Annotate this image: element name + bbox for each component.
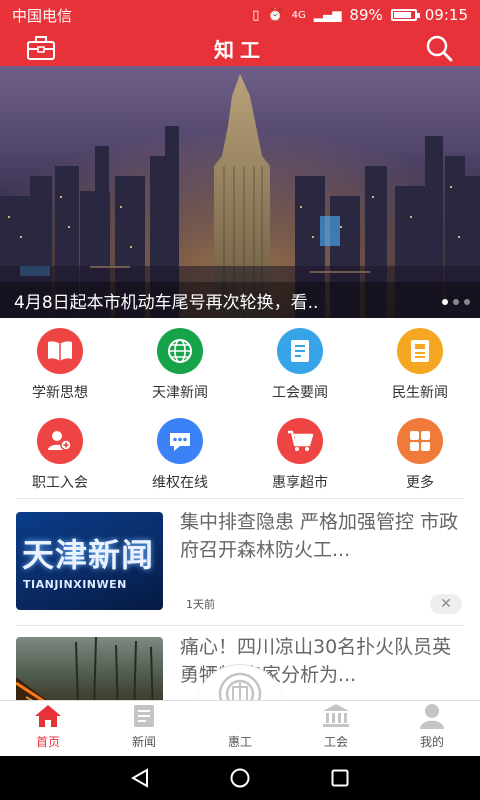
search-icon[interactable] (422, 33, 456, 63)
news-title: 集中排查隐患 严格加强管控 市政府召开森林防火工... (180, 511, 459, 561)
battery-icon (390, 9, 420, 21)
news-thumbnail: 天津新闻 TIANJINXINWEN (16, 512, 163, 610)
shortcut-tianjin-news[interactable]: 天津新闻 (120, 318, 240, 408)
shortcut-label: 工会要闻 (272, 385, 328, 401)
shortcut-rights-online[interactable]: 维权在线 (120, 408, 240, 498)
shortcut-union-news[interactable]: 工会要闻 (240, 318, 360, 408)
home-button-icon[interactable] (229, 767, 251, 789)
globe-icon (157, 328, 203, 374)
shortcut-livelihood-news[interactable]: 民生新闻 (360, 318, 480, 408)
news-icon (397, 328, 443, 374)
shortcut-label: 学新思想 (32, 385, 88, 401)
shortcut-join-union[interactable]: 职工入会 (0, 408, 120, 498)
shortcut-label: 维权在线 (152, 475, 208, 491)
shortcut-label: 民生新闻 (392, 385, 448, 401)
city-skyline-image (0, 66, 480, 318)
tab-label: 首页 (35, 735, 60, 749)
home-icon (35, 705, 61, 727)
divider (16, 498, 464, 499)
thumbnail-subtitle: TIANJINXINWEN (23, 578, 127, 591)
tab-label: 工会 (323, 735, 348, 749)
shortcut-supermarket[interactable]: 惠享超市 (240, 408, 360, 498)
tab-label: 新闻 (131, 735, 156, 749)
app-header: 知工 (0, 30, 480, 66)
tab-profile[interactable]: 我的 (384, 701, 480, 756)
news-time: 1天前 (186, 598, 215, 611)
tab-union[interactable]: 工会 (288, 701, 384, 756)
status-bar: 中国电信 ▯ ⏰ 4G ▂▄▆ 89% 09:15 (0, 0, 480, 30)
shortcut-label: 惠享超市 (272, 475, 328, 491)
signal-icon: ▂▄▆ (313, 8, 342, 22)
shortcut-label: 职工入会 (32, 475, 88, 491)
carousel-dot (464, 299, 470, 305)
tab-benefits[interactable]: 惠工 (192, 701, 288, 756)
clock: 09:15 (424, 6, 468, 24)
recents-icon[interactable] (329, 767, 351, 789)
carrier-label: 中国电信 (12, 6, 73, 25)
carousel-dot (442, 299, 448, 305)
carousel-dot (453, 299, 459, 305)
carousel-indicator (442, 299, 470, 305)
book-icon (37, 328, 83, 374)
vibrate-icon: ▯ (252, 7, 260, 23)
add-user-icon (37, 418, 83, 464)
shortcut-more[interactable]: 更多 (360, 408, 480, 498)
bottom-navigation: 首页 新闻 惠工 工会 我的 (0, 700, 480, 756)
tab-label: 我的 (419, 735, 444, 749)
signal-label: 4G (291, 9, 306, 21)
shortcut-grid: 学新思想 天津新闻 工会要闻 民生新闻 职工入会 维权在线 惠享超市 更多 (0, 318, 480, 498)
banner-carousel[interactable]: 4月8日起本市机动车尾号再次轮换，看.. (0, 66, 480, 318)
tab-home[interactable]: 首页 (0, 701, 96, 756)
alarm-icon: ⏰ (267, 7, 284, 23)
shortcut-label: 更多 (406, 475, 434, 491)
app-title: 知工 (214, 37, 266, 62)
banner-caption[interactable]: 4月8日起本市机动车尾号再次轮换，看.. (0, 282, 480, 318)
battery-label: 89% (349, 6, 383, 24)
shortcut-study[interactable]: 学新思想 (0, 318, 120, 408)
system-navigation-bar (0, 756, 480, 800)
shortcut-label: 天津新闻 (152, 385, 208, 401)
document-icon (277, 328, 323, 374)
close-icon: ✕ (440, 596, 452, 612)
tab-label: 惠工 (227, 735, 252, 749)
cart-icon (277, 418, 323, 464)
bank-icon (323, 704, 349, 727)
back-icon[interactable] (129, 767, 151, 789)
newspaper-icon (134, 705, 154, 727)
briefcase-icon[interactable] (24, 33, 58, 63)
dismiss-button[interactable]: ✕ (430, 594, 462, 614)
user-icon (420, 704, 444, 729)
news-item[interactable]: 天津新闻 TIANJINXINWEN 集中排查隐患 严格加强管控 市政府召开森林… (16, 500, 464, 620)
chat-icon (157, 418, 203, 464)
thumbnail-title: 天津新闻 (22, 536, 155, 574)
tab-news[interactable]: 新闻 (96, 701, 192, 756)
grid-icon (397, 418, 443, 464)
